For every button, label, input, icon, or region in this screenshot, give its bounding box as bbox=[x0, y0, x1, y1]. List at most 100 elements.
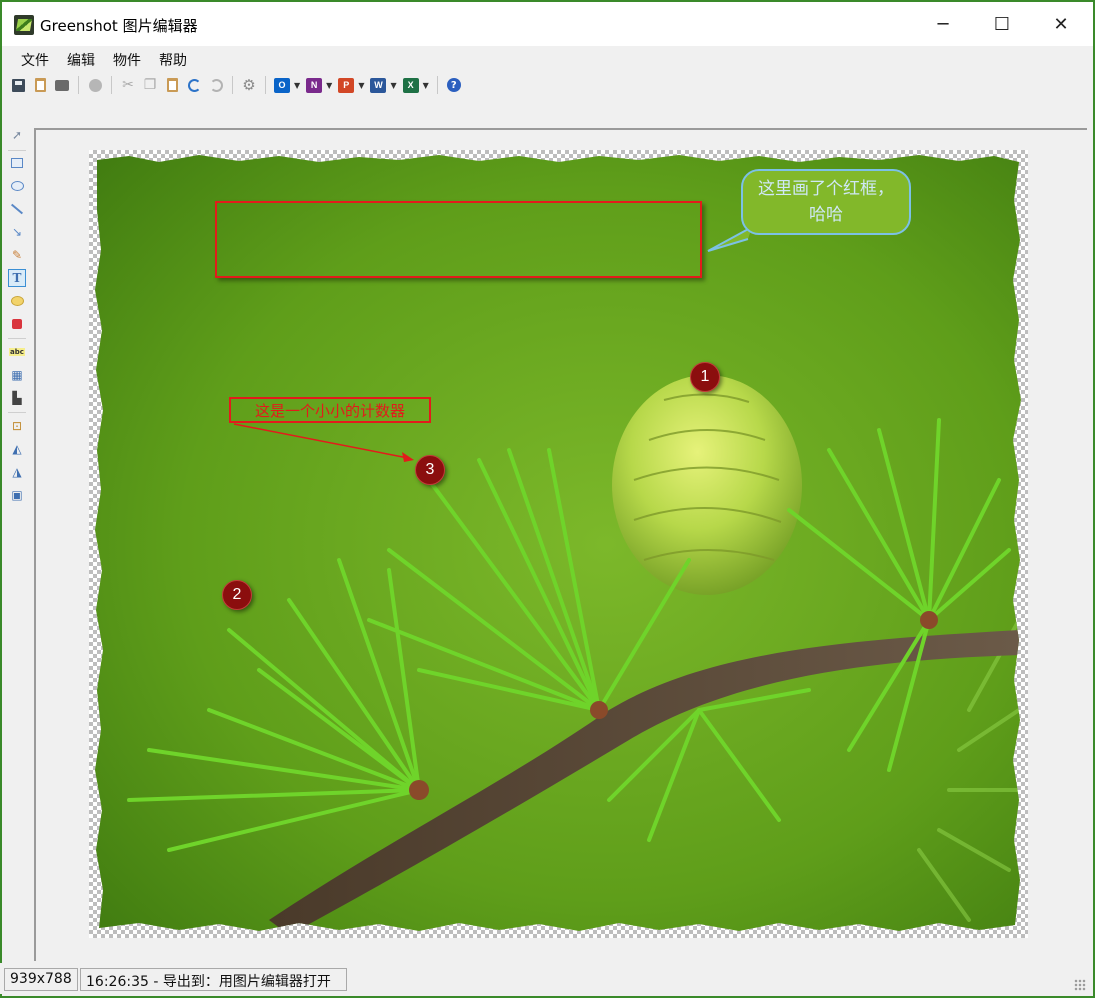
line-tool[interactable] bbox=[8, 200, 26, 218]
arrow-icon: ↘ bbox=[11, 225, 23, 239]
menu-file[interactable]: 文件 bbox=[12, 46, 58, 72]
greenshot-logo-icon bbox=[14, 15, 34, 35]
toolbar-separator bbox=[232, 76, 233, 94]
undo-icon bbox=[187, 78, 201, 92]
chevron-down-icon[interactable]: ▼ bbox=[326, 81, 332, 90]
rectangle-tool[interactable] bbox=[8, 154, 26, 172]
red-arrow-annotation[interactable] bbox=[232, 420, 422, 465]
rotate-cw-tool[interactable]: ◭ bbox=[8, 440, 26, 458]
pencil-icon: ✎ bbox=[11, 248, 23, 262]
copy-icon: ❐ bbox=[143, 77, 157, 93]
menu-bar: 文件 编辑 物件 帮助 bbox=[2, 46, 1093, 72]
title-bar[interactable]: Greenshot 图片编辑器 ─ ☐ ✕ bbox=[2, 2, 1093, 46]
chevron-down-icon[interactable]: ▼ bbox=[358, 81, 364, 90]
close-button[interactable]: ✕ bbox=[1032, 2, 1090, 46]
help-icon: ? bbox=[446, 78, 461, 92]
line-icon bbox=[10, 203, 24, 215]
resize-tool[interactable]: ▣ bbox=[8, 486, 26, 504]
chevron-down-icon[interactable]: ▼ bbox=[390, 81, 396, 90]
outlook-icon: O bbox=[274, 77, 290, 93]
word-icon: W bbox=[370, 77, 387, 93]
speech-bubble-icon bbox=[10, 296, 24, 306]
help-button[interactable]: ? bbox=[444, 75, 464, 95]
text-icon: T bbox=[12, 271, 22, 285]
onenote-icon: N bbox=[306, 77, 323, 93]
rotate-ccw-tool[interactable]: ◮ bbox=[8, 463, 26, 481]
powerpoint-icon: P bbox=[338, 77, 355, 93]
delete-icon bbox=[88, 78, 102, 92]
rectangle-icon bbox=[11, 158, 23, 168]
menu-help[interactable]: 帮助 bbox=[150, 46, 196, 72]
save-icon bbox=[11, 78, 25, 92]
image-dimensions: 939x788 bbox=[4, 968, 78, 991]
obfuscate-icon: ▦ bbox=[11, 368, 23, 382]
minimize-button[interactable]: ─ bbox=[914, 2, 972, 46]
excel-button[interactable]: X bbox=[401, 75, 421, 95]
settings-button[interactable]: ⚙ bbox=[239, 75, 259, 95]
red-rectangle-annotation[interactable] bbox=[215, 201, 702, 278]
toolbar: ✂ ❐ ⚙ O ▼ N ▼ P ▼ W ▼ X ▼ ? bbox=[2, 72, 1093, 98]
rotate-clockwise-icon: ◭ bbox=[12, 442, 22, 456]
paste-button[interactable] bbox=[162, 75, 182, 95]
rotate-counterclockwise-icon: ◮ bbox=[12, 465, 22, 479]
tool-separator bbox=[8, 338, 26, 339]
crop-icon: ⊡ bbox=[11, 419, 23, 433]
save-button[interactable] bbox=[8, 75, 28, 95]
speech-bubble-tool[interactable] bbox=[8, 292, 26, 310]
paste-icon bbox=[166, 78, 178, 92]
redo-icon bbox=[209, 78, 223, 92]
counter-badge-3[interactable]: 3 bbox=[415, 455, 445, 485]
undo-button[interactable] bbox=[184, 75, 204, 95]
toolbar-separator bbox=[78, 76, 79, 94]
print-icon bbox=[55, 79, 69, 91]
resize-icon: ▣ bbox=[11, 488, 23, 502]
tool-separator bbox=[8, 150, 26, 151]
chevron-down-icon[interactable]: ▼ bbox=[294, 81, 300, 90]
clipboard-button[interactable] bbox=[30, 75, 50, 95]
maximize-button[interactable]: ☐ bbox=[973, 2, 1031, 46]
crop-icon: ▙ bbox=[12, 391, 22, 405]
toolbar-separator bbox=[265, 76, 266, 94]
ellipse-tool[interactable] bbox=[8, 177, 26, 195]
copy-button[interactable]: ❐ bbox=[140, 75, 160, 95]
print-button[interactable] bbox=[52, 75, 72, 95]
cursor-icon: ➚ bbox=[11, 128, 23, 142]
drawing-tools: ➚ ↘ ✎ T abc ▦ ▙ ⊡ ◭ ◮ ▣ bbox=[2, 124, 32, 964]
delete-button[interactable] bbox=[85, 75, 105, 95]
outlook-button[interactable]: O bbox=[272, 75, 292, 95]
text-tool[interactable]: T bbox=[8, 269, 26, 287]
redo-button[interactable] bbox=[206, 75, 226, 95]
counter-icon bbox=[12, 319, 22, 329]
toolbar-separator bbox=[111, 76, 112, 94]
highlight-icon: abc bbox=[9, 348, 25, 356]
obfuscate-tool[interactable]: ▦ bbox=[8, 366, 26, 384]
crop-tool-group[interactable]: ▙ bbox=[8, 389, 26, 407]
menu-edit[interactable]: 编辑 bbox=[58, 46, 104, 72]
cursor-tool[interactable]: ➚ bbox=[8, 126, 26, 144]
cut-button[interactable]: ✂ bbox=[118, 75, 138, 95]
toolbar-separator bbox=[436, 76, 438, 94]
freehand-tool[interactable]: ✎ bbox=[8, 246, 26, 264]
highlight-tool[interactable]: abc bbox=[8, 343, 26, 361]
ellipse-icon bbox=[10, 181, 24, 191]
settings-icon: ⚙ bbox=[242, 76, 256, 94]
crop-tool[interactable]: ⊡ bbox=[8, 417, 26, 435]
speech-bubble-annotation[interactable]: 这里画了个红框，哈哈 bbox=[741, 169, 911, 235]
counter-tool[interactable] bbox=[8, 315, 26, 333]
menu-object[interactable]: 物件 bbox=[104, 46, 150, 72]
excel-icon: X bbox=[402, 77, 419, 93]
clipboard-icon bbox=[34, 78, 46, 92]
counter-badge-1[interactable]: 1 bbox=[690, 362, 720, 392]
window-title: Greenshot 图片编辑器 bbox=[40, 17, 198, 35]
tool-separator bbox=[8, 412, 26, 413]
status-message: 16:26:35 - 导出到：用图片编辑器打开 bbox=[80, 968, 347, 991]
arrow-tool[interactable]: ↘ bbox=[8, 223, 26, 241]
status-bar: 939x788 16:26:35 - 导出到：用图片编辑器打开 bbox=[0, 963, 1091, 994]
counter-badge-2[interactable]: 2 bbox=[222, 580, 252, 610]
powerpoint-button[interactable]: P bbox=[336, 75, 356, 95]
resize-grip-icon[interactable] bbox=[1074, 979, 1086, 991]
word-button[interactable]: W bbox=[368, 75, 388, 95]
chevron-down-icon[interactable]: ▼ bbox=[423, 81, 429, 90]
cut-icon: ✂ bbox=[122, 77, 134, 93]
onenote-button[interactable]: N bbox=[304, 75, 324, 95]
